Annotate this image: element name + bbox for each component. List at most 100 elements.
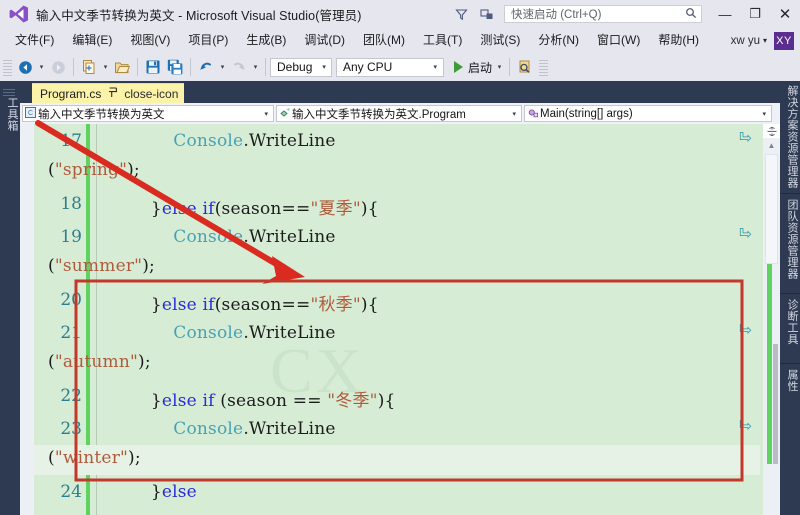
chevron-down-icon[interactable]: ▾ (259, 110, 273, 118)
sidebar-item-properties[interactable]: 属性 (784, 369, 800, 392)
scrollbar-thumb[interactable] (765, 154, 778, 264)
account-user-name[interactable]: xw yu (731, 35, 760, 47)
notifications-icon[interactable] (474, 1, 500, 27)
code-line[interactable]: 17 Console.WriteLine ("spring"); ⏎ (20, 128, 780, 180)
code-line[interactable]: 24 }else (20, 479, 780, 512)
sidebar-item-diagnostic-tools[interactable]: 诊断工具 (784, 299, 800, 345)
editor-vertical-scrollbar[interactable]: ▲ (763, 124, 780, 515)
menu-item-file[interactable]: 文件(F) (6, 28, 63, 53)
close-icon[interactable]: close-icon (124, 87, 178, 101)
toolbar-separator (265, 58, 266, 76)
menu-item-analyze[interactable]: 分析(N) (529, 28, 588, 53)
navigate-back-icon[interactable] (14, 56, 36, 78)
solution-configuration-combo[interactable]: Debug ▾ (270, 57, 332, 77)
document-tab-well: Program.cs close-icon (20, 81, 780, 103)
line-number: 18 (60, 194, 82, 214)
code-line[interactable]: 19 Console.WriteLine ("summer"); ⏎ (20, 224, 780, 276)
navbar-type-combo[interactable]: 输入中文季节转换为英文.Program ▾ (276, 105, 522, 122)
code-line[interactable]: 18 }else if(season=="夏季"){ (20, 191, 780, 224)
feedback-funnel-icon[interactable] (448, 1, 474, 27)
quick-launch-input[interactable]: 快速启动 (Ctrl+Q) (505, 6, 681, 22)
menu-item-build[interactable]: 生成(B) (237, 28, 295, 53)
code-line-text: }else if(season=="夏季"){ (106, 199, 379, 219)
chevron-down-icon[interactable]: ▾ (318, 63, 332, 71)
menu-item-team[interactable]: 团队(M) (354, 28, 414, 53)
chevron-down-icon[interactable]: ▾ (507, 110, 521, 118)
sidebar-item-toolbox[interactable]: 工具箱 (4, 97, 20, 132)
open-file-icon[interactable] (111, 56, 133, 78)
toolbox-dock-handle[interactable] (3, 87, 15, 96)
code-editor[interactable]: CX 17 Console.WriteLine ("spring"); ⏎ 18 }e… (20, 124, 780, 515)
code-line-wrapped-text: ("spring"); (48, 160, 140, 180)
redo-icon (228, 56, 250, 78)
code-line-text: }else if (season == "冬季"){ (106, 391, 396, 411)
visual-studio-window: 输入中文季节转换为英文 - Microsoft Visual Studio(管理… (0, 0, 800, 515)
word-wrap-indicator-icon: ⏎ (739, 225, 752, 243)
right-dock-strip: 解决方案资源管理器 团队资源管理器 诊断工具 属性 (780, 81, 800, 515)
code-line-text: Console.WriteLine (173, 227, 336, 247)
current-line-highlight (34, 445, 760, 475)
sidebar-item-team-explorer[interactable]: 团队资源管理器 (784, 199, 800, 280)
new-project-dropdown[interactable]: ▾ (100, 56, 111, 78)
code-text-area[interactable]: 17 Console.WriteLine ("spring"); ⏎ 18 }else… (20, 124, 780, 515)
chevron-down-icon[interactable]: ▾ (763, 36, 767, 45)
start-debug-dropdown[interactable]: ▾ (494, 56, 505, 78)
redo-dropdown: ▾ (253, 64, 258, 71)
undo-icon[interactable] (195, 56, 217, 78)
chevron-down-icon[interactable]: ▾ (429, 63, 443, 71)
toolbar-grip[interactable] (3, 58, 12, 76)
close-button[interactable]: ✕ (770, 0, 800, 28)
menu-item-view[interactable]: 视图(V) (121, 28, 179, 53)
pin-icon[interactable] (108, 86, 118, 101)
solution-platform-combo[interactable]: Any CPU ▾ (336, 57, 444, 77)
menu-item-project[interactable]: 项目(P) (179, 28, 237, 53)
navbar-member-combo[interactable]: Main(string[] args) ▾ (524, 105, 772, 122)
quick-launch-box[interactable]: 快速启动 (Ctrl+Q) (504, 5, 702, 23)
code-line[interactable]: 22 }else if (season == "冬季"){ (20, 383, 780, 416)
search-icon[interactable] (681, 7, 701, 22)
menu-item-edit[interactable]: 编辑(E) (63, 28, 121, 53)
code-line-text: }else if(season=="秋季"){ (106, 295, 379, 315)
minimize-button[interactable]: — (710, 0, 740, 28)
navbar-project-combo[interactable]: C 输入中文季节转换为英文 ▾ (22, 105, 274, 122)
menu-item-help[interactable]: 帮助(H) (649, 28, 708, 53)
code-line[interactable]: 20 }else if(season=="秋季"){ (20, 287, 780, 320)
dock-divider (780, 293, 800, 294)
menu-item-test[interactable]: 测试(S) (471, 28, 529, 53)
document-tab-label: Program.cs (40, 86, 102, 101)
sidebar-item-solution-explorer[interactable]: 解决方案资源管理器 (784, 85, 800, 189)
scroll-up-icon[interactable]: ▲ (763, 138, 780, 152)
svg-text:C: C (28, 110, 33, 117)
solution-configuration-value: Debug (277, 60, 313, 74)
code-line[interactable]: 23 Console.WriteLine ("winter"); ⏎ (20, 416, 780, 475)
find-in-files-icon[interactable] (514, 56, 536, 78)
menu-item-debug[interactable]: 调试(D) (295, 28, 354, 53)
dock-divider (780, 363, 800, 364)
navigate-back-dropdown[interactable]: ▾ (36, 56, 47, 78)
visual-studio-logo-icon (8, 3, 30, 25)
standard-toolbar: ▾ ▾ ▾ ▾ Debug ▾ Any CPU ▾ 启动 ▾ (0, 53, 800, 81)
maximize-button[interactable]: ❐ (740, 0, 770, 28)
title-bar-right: 快速启动 (Ctrl+Q) — ❐ ✕ (448, 0, 800, 28)
new-project-icon[interactable] (78, 56, 100, 78)
class-icon (277, 107, 292, 120)
chevron-down-icon[interactable]: ▾ (757, 110, 771, 118)
dock-divider (780, 193, 800, 194)
solution-platform-value: Any CPU (343, 60, 393, 74)
line-number: 24 (60, 482, 82, 502)
split-view-icon[interactable] (763, 124, 780, 138)
left-dock-strip: 工具箱 (0, 81, 20, 515)
window-title: 输入中文季节转换为英文 - Microsoft Visual Studio(管理… (36, 8, 362, 23)
avatar[interactable]: XY (774, 31, 794, 50)
start-debug-label: 启动 (468, 60, 493, 75)
save-icon[interactable] (142, 56, 164, 78)
code-line[interactable]: 21 Console.WriteLine ("autumn"); ⏎ (20, 320, 780, 372)
line-number: 17 (60, 131, 82, 151)
toolbar-overflow-icon[interactable] (539, 58, 549, 76)
undo-dropdown[interactable]: ▾ (217, 56, 228, 78)
menu-item-window[interactable]: 窗口(W) (588, 28, 649, 53)
save-all-icon[interactable] (164, 56, 186, 78)
document-tab-program-cs[interactable]: Program.cs close-icon (32, 83, 185, 103)
menu-item-tools[interactable]: 工具(T) (414, 28, 471, 53)
start-debug-button[interactable]: 启动 (448, 56, 494, 78)
